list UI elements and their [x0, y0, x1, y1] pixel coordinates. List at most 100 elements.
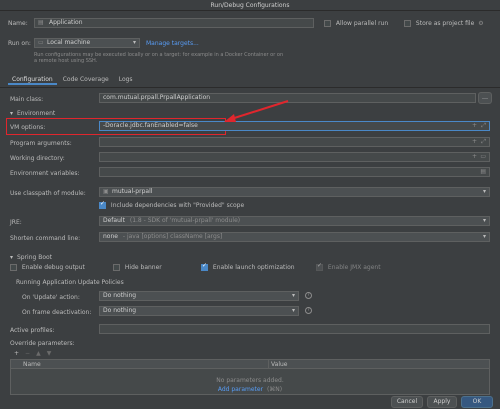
- include-provided-checkbox[interactable]: Include dependencies with "Provided" sco…: [99, 200, 245, 209]
- add-parameter-link[interactable]: Add parameter: [218, 386, 263, 393]
- cancel-button[interactable]: Cancel: [391, 396, 423, 408]
- tab-code-coverage[interactable]: Code Coverage: [59, 75, 113, 85]
- jre-select[interactable]: Default (1.8 - SDK of 'mutual-prpall' mo…: [99, 216, 490, 226]
- classpath-module-select[interactable]: ▣ mutual-prpall ▾: [99, 187, 490, 197]
- name-field[interactable]: ▤ Application: [34, 18, 314, 28]
- chevron-down-icon: ▾: [132, 39, 136, 46]
- jre-label: JRE:: [10, 219, 22, 226]
- apply-button[interactable]: Apply: [427, 396, 457, 408]
- program-arguments-field[interactable]: + ⤢: [99, 137, 490, 147]
- shorten-command-line-label: Shorten command line:: [10, 235, 81, 242]
- active-profiles-label: Active profiles:: [10, 327, 55, 334]
- help-icon[interactable]: ?: [305, 292, 312, 299]
- add-parameter-row: Add parameter (⌘N): [11, 386, 489, 393]
- allow-parallel-label: Allow parallel run: [335, 20, 389, 27]
- jmx-agent-checkbox-box[interactable]: [316, 262, 323, 271]
- chevron-down-icon: ▾: [482, 233, 486, 240]
- override-toolbar: + − ▲ ▼: [14, 350, 51, 357]
- run-on-hint: Run configurations may be executed local…: [34, 52, 284, 64]
- run-on-select[interactable]: ▭ Local machine ▾: [34, 38, 140, 48]
- manage-targets-link[interactable]: Manage targets...: [146, 40, 199, 47]
- red-arrow-annotation: [224, 100, 289, 122]
- collapse-arrow-icon: ▾: [10, 254, 14, 261]
- jre-detail: (1.8 - SDK of 'mutual-prpall' module): [129, 217, 241, 224]
- column-value-header[interactable]: Value: [271, 360, 287, 369]
- environment-variables-field[interactable]: ▤: [99, 167, 490, 177]
- store-label: Store as project file: [415, 20, 475, 27]
- spring-boot-section[interactable]: ▾ Spring Boot: [10, 254, 52, 261]
- remove-icon[interactable]: −: [25, 350, 30, 357]
- environment-variables-label: Environment variables:: [10, 170, 80, 177]
- launch-optimization-checkbox-box[interactable]: [201, 262, 208, 271]
- name-value: Application: [49, 19, 83, 26]
- shorten-detail: - java [options] className [args]: [122, 233, 223, 240]
- empty-table-text: No parameters added.: [216, 377, 284, 384]
- expand-icon[interactable]: ⤢: [481, 122, 486, 130]
- environment-section[interactable]: ▾ Environment: [10, 110, 55, 117]
- hide-banner-checkbox-box[interactable]: [113, 264, 120, 271]
- column-name-header[interactable]: Name: [23, 360, 41, 369]
- column-divider: [268, 360, 269, 369]
- store-as-project-file-checkbox[interactable]: Store as project file ⚙: [404, 20, 484, 27]
- debug-output-checkbox-box[interactable]: [10, 264, 17, 271]
- include-provided-label: Include dependencies with "Provided" sco…: [110, 202, 245, 209]
- jmx-agent-label: Enable JMX agent: [327, 264, 381, 271]
- move-down-icon[interactable]: ▼: [47, 350, 52, 357]
- include-provided-checkbox-box[interactable]: [99, 200, 106, 209]
- working-directory-label: Working directory:: [10, 155, 65, 162]
- main-class-label: Main class:: [10, 96, 44, 103]
- expand-arguments-icon[interactable]: ⤢: [481, 138, 486, 146]
- vm-options-value: -Doracle.jdbc.fanEnabled=false: [103, 122, 198, 129]
- program-arguments-label: Program arguments:: [10, 140, 72, 147]
- name-label: Name:: [8, 20, 28, 27]
- add-parameter-shortcut: (⌘N): [266, 386, 283, 393]
- override-parameters-label: Override parameters:: [10, 340, 75, 347]
- app-config-icon: ▤: [38, 19, 44, 26]
- allow-parallel-run-checkbox[interactable]: Allow parallel run: [324, 20, 388, 27]
- shorten-command-line-select[interactable]: none - java [options] className [args] ▾: [99, 232, 490, 242]
- browse-main-class-button[interactable]: …: [478, 92, 492, 104]
- classpath-label: Use classpath of module:: [10, 190, 86, 197]
- hide-banner-label: Hide banner: [124, 264, 162, 271]
- config-tabs: Configuration Code Coverage Logs: [8, 75, 137, 85]
- on-update-action-select[interactable]: Do nothing ▾: [99, 291, 299, 301]
- move-up-icon[interactable]: ▲: [36, 350, 41, 357]
- allow-parallel-checkbox-box[interactable]: [324, 20, 331, 27]
- update-policies-title: Running Application Update Policies: [16, 279, 124, 286]
- enable-debug-output-checkbox[interactable]: Enable debug output: [10, 264, 85, 271]
- on-update-action-value: Do nothing: [103, 292, 137, 299]
- collapse-arrow-icon: ▾: [10, 110, 14, 117]
- tab-logs[interactable]: Logs: [115, 75, 137, 85]
- help-icon[interactable]: ?: [305, 307, 312, 314]
- window-title: Run/Debug Configurations: [0, 0, 500, 11]
- enable-launch-optimization-checkbox[interactable]: Enable launch optimization: [201, 262, 295, 271]
- chevron-down-icon: ▾: [291, 307, 295, 314]
- on-update-action-label: On 'Update' action:: [22, 294, 80, 301]
- run-on-value: Local machine: [47, 39, 91, 46]
- add-argument-icon[interactable]: +: [472, 138, 477, 146]
- add-macro-icon[interactable]: +: [472, 153, 477, 161]
- enable-jmx-agent-checkbox[interactable]: Enable JMX agent: [316, 262, 381, 271]
- vm-options-label: VM options:: [10, 124, 46, 131]
- ok-button[interactable]: OK: [461, 396, 493, 408]
- override-parameters-table: Name Value No parameters added. Add para…: [10, 359, 490, 395]
- settings-gear-icon[interactable]: ⚙: [478, 20, 483, 27]
- folder-icon[interactable]: ▭: [480, 153, 486, 161]
- vm-options-field[interactable]: -Doracle.jdbc.fanEnabled=false + ⤢: [99, 121, 490, 131]
- add-icon[interactable]: +: [14, 350, 19, 357]
- store-checkbox-box[interactable]: [404, 20, 411, 27]
- active-profiles-field[interactable]: [99, 324, 490, 334]
- shorten-value: none: [103, 233, 118, 240]
- working-directory-field[interactable]: + ▭: [99, 152, 490, 162]
- on-frame-deactivation-select[interactable]: Do nothing ▾: [99, 306, 299, 316]
- table-header: Name Value: [11, 360, 489, 369]
- spring-boot-section-title: Spring Boot: [16, 254, 53, 261]
- tab-configuration[interactable]: Configuration: [8, 75, 57, 85]
- chevron-down-icon: ▾: [482, 217, 486, 224]
- classpath-value: mutual-prpall: [112, 188, 153, 195]
- edit-variables-icon[interactable]: ▤: [480, 168, 486, 176]
- add-option-icon[interactable]: +: [472, 122, 477, 130]
- module-folder-icon: ▣: [103, 188, 109, 195]
- environment-section-title: Environment: [16, 110, 56, 117]
- hide-banner-checkbox[interactable]: Hide banner: [113, 264, 162, 271]
